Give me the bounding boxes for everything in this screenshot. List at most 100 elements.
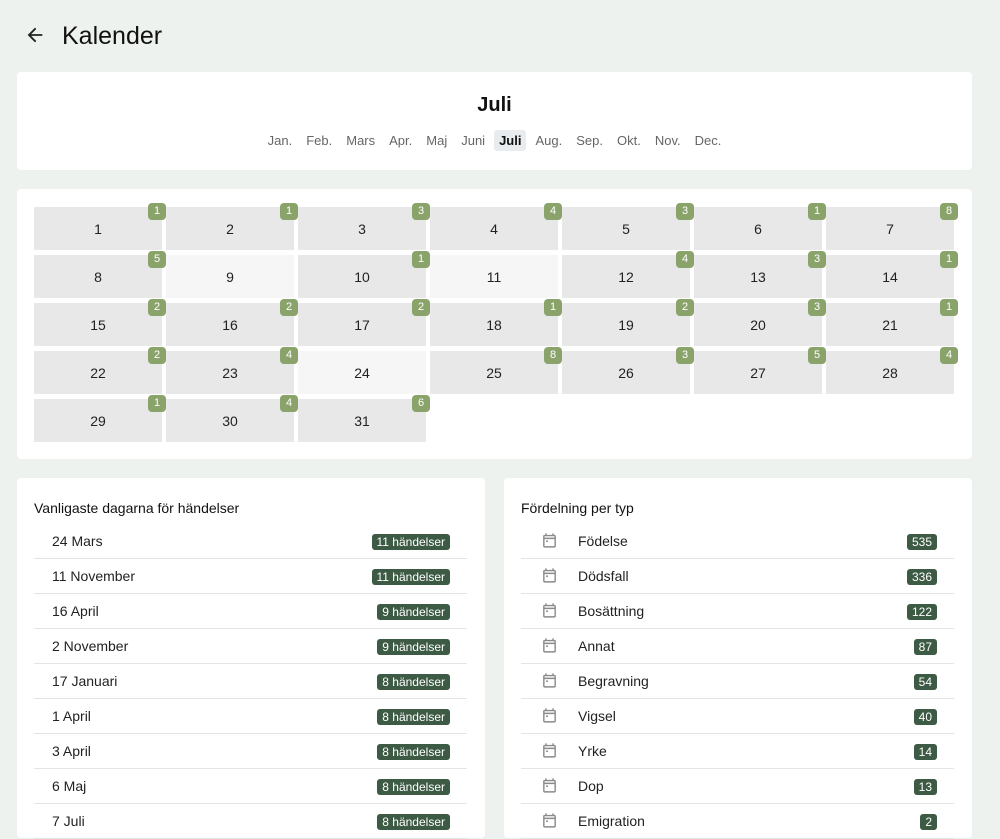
event-count-pill: 9 händelser xyxy=(377,604,450,620)
month-tab[interactable]: Sep. xyxy=(571,130,608,151)
calendar-day[interactable]: 29 1 xyxy=(34,395,166,442)
day-number: 22 xyxy=(90,364,106,381)
list-item[interactable]: Annat 87 xyxy=(521,629,954,664)
calendar-day[interactable]: 10 1 xyxy=(298,251,430,298)
calendar-day[interactable]: 16 2 xyxy=(166,299,298,346)
list-item[interactable]: 16 April 9 händelser xyxy=(34,594,467,629)
calendar-day[interactable]: 23 4 xyxy=(166,347,298,394)
event-count-pill: 8 händelser xyxy=(377,814,450,830)
month-tabs: Jan. Feb. Mars Apr. Maj Juni Juli Aug. Sep. Okt. N… xyxy=(17,130,972,151)
event-count-badge: 5 xyxy=(808,347,826,364)
month-tab[interactable]: Okt. xyxy=(612,130,646,151)
common-days-card: Vanligaste dagarna för händelser 24 Mars… xyxy=(17,478,485,839)
event-count-pill: 11 händelser xyxy=(371,534,450,550)
list-item[interactable]: 24 Mars 11 händelser xyxy=(34,524,467,559)
calendar-day[interactable]: 61 xyxy=(694,203,826,250)
month-tab[interactable]: Dec. xyxy=(690,130,727,151)
list-item[interactable]: Begravning 54 xyxy=(521,664,954,699)
calendar-day[interactable]: 53 xyxy=(562,203,694,250)
calendar-day[interactable]: 31 6 xyxy=(298,395,430,442)
calendar-day[interactable]: 14 1 xyxy=(826,251,958,298)
calendar-day[interactable]: 19 2 xyxy=(562,299,694,346)
day-number: 12 xyxy=(618,268,634,285)
day-number: 31 xyxy=(354,412,370,429)
back-button[interactable] xyxy=(22,22,48,48)
list-item[interactable]: Födelse 535 xyxy=(521,524,954,559)
calendar-day[interactable]: 9 xyxy=(166,255,294,298)
month-tab[interactable]: Jan. xyxy=(263,130,298,151)
calendar-day[interactable]: 26 3 xyxy=(562,347,694,394)
event-count-badge: 1 xyxy=(280,203,298,220)
month-tab[interactable]: Juli xyxy=(494,130,527,151)
type-count-pill: 40 xyxy=(913,709,937,725)
day-number: 7 xyxy=(886,220,894,237)
day-label: 24 Mars xyxy=(52,533,103,549)
month-tab[interactable]: Juni xyxy=(456,130,490,151)
day-label: 2 November xyxy=(52,638,129,654)
month-tab[interactable]: Apr. xyxy=(384,130,417,151)
calendar-day[interactable]: 22 2 xyxy=(34,347,166,394)
month-tab[interactable]: Mars xyxy=(341,130,380,151)
event-count-badge: 6 xyxy=(412,395,430,412)
day-number: 25 xyxy=(486,364,502,381)
calendar-day[interactable]: 17 2 xyxy=(298,299,430,346)
list-item[interactable]: 11 November 11 händelser xyxy=(34,559,467,594)
calendar-day[interactable]: 21 1 xyxy=(826,299,958,346)
day-label: 17 Januari xyxy=(52,673,118,689)
event-count-badge: 3 xyxy=(676,347,694,364)
calendar-day[interactable]: 44 xyxy=(430,203,562,250)
calendar-day[interactable]: 15 2 xyxy=(34,299,166,346)
calendar-day[interactable]: 78 xyxy=(826,203,958,250)
type-label: Vigsel xyxy=(578,708,616,724)
calendar-day[interactable]: 28 4 xyxy=(826,347,958,394)
calendar-day[interactable]: 33 xyxy=(298,203,430,250)
day-number: 14 xyxy=(882,268,898,285)
calendar-day[interactable]: 85 xyxy=(34,251,166,298)
calendar-day[interactable]: 18 1 xyxy=(430,299,562,346)
month-tab[interactable]: Maj xyxy=(421,130,452,151)
calendar-day[interactable]: 30 4 xyxy=(166,395,298,442)
day-number: 23 xyxy=(222,364,238,381)
list-item[interactable]: 17 Januari 8 händelser xyxy=(34,664,467,699)
list-item[interactable]: 6 Maj 8 händelser xyxy=(34,769,467,804)
list-item[interactable]: Yrke 14 xyxy=(521,734,954,769)
arrow-left-icon xyxy=(27,27,43,43)
calendar-day[interactable]: 27 5 xyxy=(694,347,826,394)
list-item[interactable]: Dop 13 xyxy=(521,769,954,804)
common-days-list: 24 Mars 11 händelser 11 November 11 händels… xyxy=(34,524,467,839)
type-count-pill: 336 xyxy=(906,569,937,585)
list-item[interactable]: Emigration 2 xyxy=(521,804,954,839)
list-item[interactable]: 2 November 9 händelser xyxy=(34,629,467,664)
calendar-day[interactable]: 13 3 xyxy=(694,251,826,298)
event-count-badge: 1 xyxy=(148,203,166,220)
calendar-day[interactable]: 24 xyxy=(298,351,426,394)
calendar-day[interactable]: 12 4 xyxy=(562,251,694,298)
list-item[interactable]: 1 April 8 händelser xyxy=(34,699,467,734)
calendar-day[interactable]: 21 xyxy=(166,203,298,250)
month-tab[interactable]: Aug. xyxy=(530,130,567,151)
calendar-day[interactable]: 20 3 xyxy=(694,299,826,346)
calendar-day[interactable]: 25 8 xyxy=(430,347,562,394)
list-item[interactable]: 3 April 8 händelser xyxy=(34,734,467,769)
page-title: Kalender xyxy=(62,22,163,50)
list-item[interactable]: Dödsfall 336 xyxy=(521,559,954,594)
list-item[interactable]: Bosättning 122 xyxy=(521,594,954,629)
month-tab[interactable]: Nov. xyxy=(650,130,686,151)
list-item[interactable]: Vigsel 40 xyxy=(521,699,954,734)
day-number: 29 xyxy=(90,412,106,429)
event-count-badge: 4 xyxy=(940,347,958,364)
day-label: 11 November xyxy=(52,568,136,584)
event-count-badge: 4 xyxy=(676,251,694,268)
type-count-pill: 87 xyxy=(913,639,937,655)
calendar-day[interactable]: 11 xyxy=(430,255,558,298)
day-number: 15 xyxy=(90,316,106,333)
day-number: 27 xyxy=(750,364,766,381)
list-item[interactable]: 7 Juli 8 händelser xyxy=(34,804,467,839)
day-label: 1 April xyxy=(52,708,91,724)
calendar-day[interactable]: 11 xyxy=(34,203,166,250)
common-days-title: Vanligaste dagarna för händelser xyxy=(34,500,240,516)
day-number: 8 xyxy=(94,268,102,285)
month-tab[interactable]: Feb. xyxy=(301,130,337,151)
day-number: 26 xyxy=(618,364,634,381)
type-label: Bosättning xyxy=(578,603,645,619)
